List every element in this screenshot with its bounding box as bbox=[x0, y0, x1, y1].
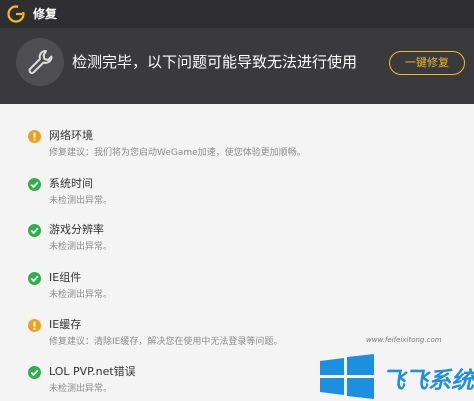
check-item-desc: 未检测出异常。 bbox=[49, 196, 113, 206]
wrench-badge bbox=[16, 38, 64, 86]
wegame-logo-icon bbox=[7, 5, 25, 23]
check-item-title: 系统时间 bbox=[49, 177, 93, 190]
scan-result-header: 检测完毕，以下问题可能导致无法进行使用 一键修复 bbox=[0, 28, 474, 104]
check-item-title: LOL PVP.net错误 bbox=[49, 365, 136, 378]
title-bar: 修复 bbox=[0, 0, 474, 28]
window-title: 修复 bbox=[33, 7, 58, 21]
wrench-icon bbox=[28, 50, 53, 74]
check-item-title: 网络环境 bbox=[49, 129, 93, 142]
check-icon bbox=[28, 272, 41, 285]
watermark-logo: 飞飞系统 bbox=[320, 354, 474, 399]
exclamation-icon bbox=[28, 130, 41, 143]
exclamation-icon bbox=[28, 319, 41, 332]
check-item-title: IE组件 bbox=[49, 271, 82, 284]
check-item-desc: 未检测出异常。 bbox=[49, 384, 113, 394]
check-item-desc: 未检测出异常。 bbox=[49, 242, 113, 252]
check-icon bbox=[28, 178, 41, 191]
check-item-title: 游戏分辨率 bbox=[49, 223, 104, 236]
check-icon bbox=[28, 224, 41, 237]
scan-result-message: 检测完毕，以下问题可能导致无法进行使用 bbox=[72, 53, 358, 71]
watermark-text: 飞飞系统 bbox=[382, 368, 474, 394]
one-click-fix-button[interactable]: 一键修复 bbox=[389, 51, 465, 75]
check-item-desc: 修复建议：清除IE缓存，解决您在使用中无法登录等问题。 bbox=[49, 337, 283, 347]
check-item-title: IE缓存 bbox=[49, 318, 82, 331]
check-item-desc: 未检测出异常。 bbox=[49, 290, 113, 300]
watermark-url: www.feifeixitong.com bbox=[366, 336, 442, 344]
check-item-desc: 修复建议：我们将为您启动WeGame加速，使您体验更加顺畅。 bbox=[49, 148, 306, 158]
check-icon bbox=[28, 366, 41, 379]
windows-logo-icon bbox=[320, 354, 374, 399]
